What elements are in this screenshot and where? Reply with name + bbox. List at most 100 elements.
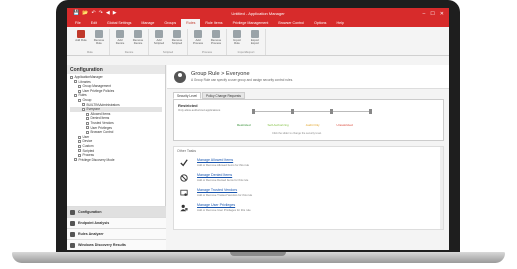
app-window: 💾 📂 ↶ ↷ ◀ ▶ Untitled - Application Manag… xyxy=(67,8,449,250)
add-device-button[interactable]: Add Device xyxy=(113,29,127,50)
tab-file[interactable]: File xyxy=(70,19,86,27)
nav-configuration[interactable]: Configuration xyxy=(67,206,166,217)
task-link[interactable]: Manage Denied Items xyxy=(197,173,248,177)
ribbon-button-label: Add Scripted xyxy=(153,38,165,45)
task-link[interactable]: Manage Trusted Vendors xyxy=(197,188,252,192)
ribbon-tabs: File Edit Global Settings Manage Groups Rules… xyxy=(67,19,449,27)
ribbon-button-label: Remove Scripted xyxy=(171,38,183,45)
checkmark-icon xyxy=(180,158,188,167)
tree-node-icon xyxy=(78,140,81,144)
tab-security-level[interactable]: Security Level xyxy=(173,92,202,99)
slider-hint: Click the slider to change the security … xyxy=(272,132,322,135)
import-icon xyxy=(233,30,241,38)
ribbon-group-scripted: Add Scripted Remove Scripted Scripted xyxy=(149,29,188,55)
ribbon-button-label: Remove Process xyxy=(210,38,222,45)
security-level-option[interactable]: Audit Only xyxy=(306,123,320,127)
add-scripted-button[interactable]: Add Scripted xyxy=(152,29,166,50)
rule-header: Group Rule > Everyone A Group Rule can s… xyxy=(167,65,449,89)
tree-node-icon xyxy=(78,149,81,153)
nav-rules-analyzer[interactable]: Rules Analyzer xyxy=(67,228,166,239)
remove-script-icon xyxy=(173,30,181,38)
add-device-icon xyxy=(116,30,124,38)
remove-scripted-button[interactable]: Remove Scripted xyxy=(170,29,184,50)
tab-edit[interactable]: Edit xyxy=(86,19,102,27)
ribbon-group-label: Import/Export xyxy=(237,50,255,54)
tab-help[interactable]: Help xyxy=(331,19,348,27)
ribbon-button-label: Import Rule xyxy=(233,38,241,45)
remove-device-icon xyxy=(134,30,142,38)
nav-item-icon xyxy=(70,220,75,226)
tab-rule-items[interactable]: Rule Items xyxy=(200,19,227,27)
nav-item-label: Endpoint Analysis xyxy=(78,221,110,225)
security-level-subtitle: Only allow authorized applications xyxy=(178,108,221,112)
sidebar: Configuration ApplicationManager Librarie… xyxy=(67,65,166,250)
task-link[interactable]: Manage User Privileges xyxy=(197,203,251,207)
tab-policy-change-requests[interactable]: Policy Change Requests xyxy=(202,92,245,99)
tree-node-icon xyxy=(78,89,81,93)
other-tasks-heading: Other Tasks xyxy=(177,149,197,153)
ribbon-group-import-export: Import Rule Export Export Import/Export xyxy=(227,29,266,55)
nav-item-label: Configuration xyxy=(78,210,102,214)
add-process-icon xyxy=(194,30,202,38)
tab-groups[interactable]: Groups xyxy=(159,19,181,27)
remove-device-button[interactable]: Remove Device xyxy=(131,29,145,50)
security-level-option[interactable]: Restricted xyxy=(237,123,251,127)
tree-node-icon xyxy=(82,103,85,107)
sidebar-title: Configuration xyxy=(67,65,165,74)
slider-stop[interactable] xyxy=(330,109,333,114)
task-item: Manage User Privileges Add or Remove User… xyxy=(174,200,443,215)
import-rule-button[interactable]: Import Rule xyxy=(230,29,244,50)
tree-node-icon xyxy=(86,112,89,116)
ribbon-group-label: Scripted xyxy=(162,50,174,54)
tree-node-icon xyxy=(74,94,77,98)
add-rule-button[interactable]: Add Rule xyxy=(74,29,88,50)
tree-node[interactable]: Privilege Discovery Mode xyxy=(70,158,162,163)
tab-manage[interactable]: Manage xyxy=(136,19,159,27)
security-slider[interactable] xyxy=(252,109,372,114)
security-levels: Restricted Self-Authorizing Audit Only Unre… xyxy=(237,123,353,127)
ribbon-group-device: Add Device Remove Device Device xyxy=(110,29,149,55)
tab-privilege-management[interactable]: Privilege Management xyxy=(228,19,274,27)
other-tasks-panel: Other Tasks Manage Allowed Items Add or R… xyxy=(173,146,444,230)
main-panel: Group Rule > Everyone A Group Rule can s… xyxy=(167,65,449,250)
ribbon-group-process: Add Process Remove Process Process xyxy=(188,29,227,55)
tree-node-icon xyxy=(86,130,89,134)
tree-node-icon xyxy=(86,126,89,130)
tree-node-label: User Privilege Policies xyxy=(82,88,115,93)
nav-windows-discovery-results[interactable]: Windows Discovery Results xyxy=(67,239,166,250)
remove-rule-icon xyxy=(95,30,103,38)
tree-node-icon xyxy=(78,153,81,157)
security-level-option[interactable]: Self-Authorizing xyxy=(268,123,289,127)
security-level-panel: Restricted Only allow authorized applica… xyxy=(173,99,444,141)
remove-process-button[interactable]: Remove Process xyxy=(209,29,223,50)
nav-item-icon xyxy=(70,242,75,248)
subtabs: Security Level Policy Change Requests xyxy=(173,92,449,99)
tree-node-icon xyxy=(86,121,89,125)
tree-node-label: Privilege Discovery Mode xyxy=(78,157,115,162)
config-tree: ApplicationManager Libraries Group Managem… xyxy=(67,74,165,163)
tree-node-icon xyxy=(70,75,73,79)
ribbon-group-label: Rule xyxy=(87,50,93,54)
export-export-button[interactable]: Export Export xyxy=(248,29,262,50)
tree-node-icon xyxy=(82,107,85,111)
tree-node-icon xyxy=(78,84,81,88)
tab-options[interactable]: Options xyxy=(309,19,331,27)
task-item: Manage Denied Items Add or Remove Denied … xyxy=(174,170,443,185)
remove-rule-button[interactable]: Remove Rule xyxy=(92,29,106,50)
security-level-option[interactable]: Unrestricted xyxy=(337,123,353,127)
scrollbar[interactable] xyxy=(440,147,443,229)
nav-item-label: Rules Analyzer xyxy=(78,232,104,236)
task-description: Add or Remove Trusted Vendors for this r… xyxy=(197,193,253,197)
group-rule-icon xyxy=(174,70,186,83)
tab-browser-control[interactable]: Browser Control xyxy=(273,19,309,27)
slider-stop[interactable] xyxy=(291,109,294,114)
title-bar: 💾 📂 ↶ ↷ ◀ ▶ Untitled - Application Manag… xyxy=(67,8,449,19)
add-process-button[interactable]: Add Process xyxy=(191,29,205,50)
slider-stop[interactable] xyxy=(252,109,255,114)
nav-endpoint-analysis[interactable]: Endpoint Analysis xyxy=(67,217,166,228)
tab-global-settings[interactable]: Global Settings xyxy=(102,19,136,27)
tab-rules[interactable]: Rules xyxy=(181,19,201,27)
ribbon-group-rule: Add Rule Remove Rule Rule xyxy=(71,29,110,55)
slider-stop[interactable] xyxy=(369,109,372,114)
task-link[interactable]: Manage Allowed Items xyxy=(197,158,249,162)
